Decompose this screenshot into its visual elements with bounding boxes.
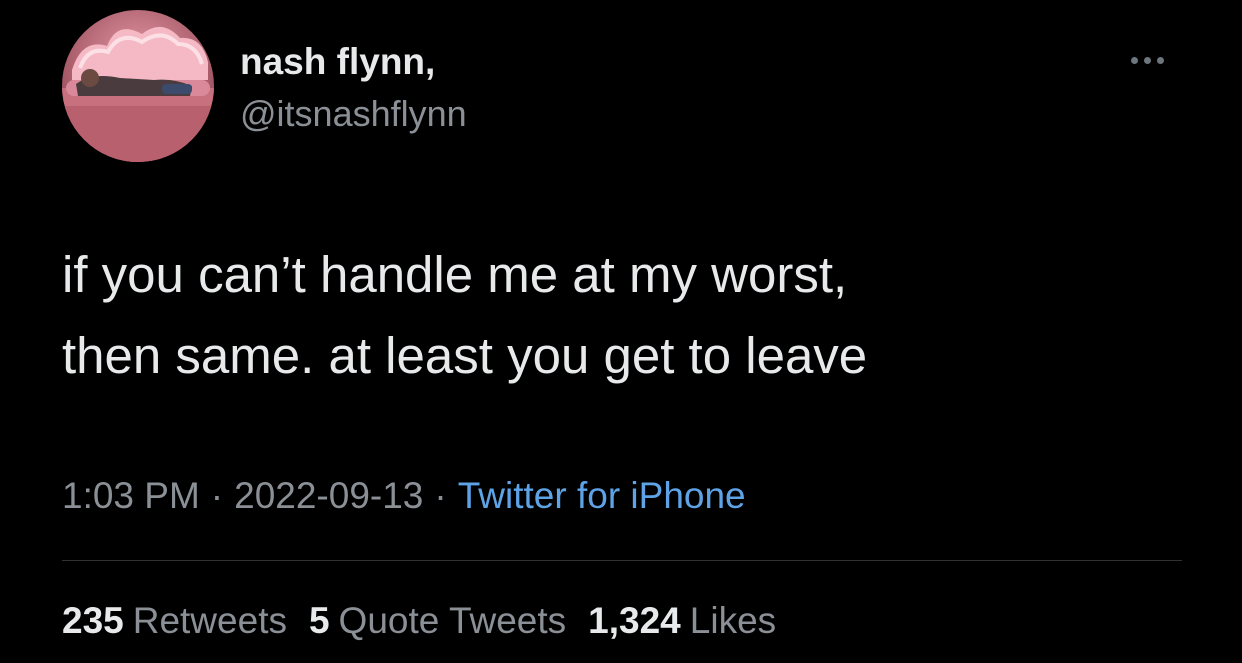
user-handle[interactable]: @itsnashflynn (240, 92, 467, 136)
tweet-source-link[interactable]: Twitter for iPhone (458, 475, 746, 516)
more-dot (1130, 56, 1138, 64)
retweets-count: 235 (62, 600, 124, 641)
likes-stat[interactable]: 1,324 Likes (588, 600, 776, 641)
display-name[interactable]: nash flynn, (240, 40, 435, 84)
tweet-card: nash flynn, @itsnashflynn if you can’t h… (0, 0, 1242, 663)
quote-tweets-label: Quote Tweets (338, 600, 567, 641)
meta-separator: · (210, 475, 224, 516)
quote-tweets-count: 5 (308, 600, 330, 641)
divider (62, 560, 1182, 561)
avatar[interactable] (62, 10, 214, 162)
likes-count: 1,324 (588, 600, 681, 641)
more-dot (1156, 56, 1164, 64)
more-dot (1143, 56, 1151, 64)
tweet-meta: 1:03 PM · 2022-09-13 · Twitter for iPhone (62, 474, 746, 518)
tweet-text-line: then same. at least you get to leave (62, 327, 868, 384)
quote-tweets-stat[interactable]: 5 Quote Tweets (309, 600, 566, 641)
tweet-date[interactable]: 2022-09-13 (234, 475, 423, 516)
tweet-stats: 235 Retweets 5 Quote Tweets 1,324 Likes (62, 599, 798, 643)
retweets-label: Retweets (132, 600, 287, 641)
retweets-stat[interactable]: 235 Retweets (62, 600, 287, 641)
likes-label: Likes (689, 600, 777, 641)
tweet-text-line: if you can’t handle me at my worst, (62, 246, 848, 303)
more-horizontal-icon[interactable] (1118, 48, 1176, 72)
meta-separator: · (434, 475, 447, 516)
tweet-text: if you can’t handle me at my worst, then… (62, 234, 1172, 396)
tweet-time[interactable]: 1:03 PM (62, 475, 200, 516)
profile-photo-icon (62, 10, 214, 162)
